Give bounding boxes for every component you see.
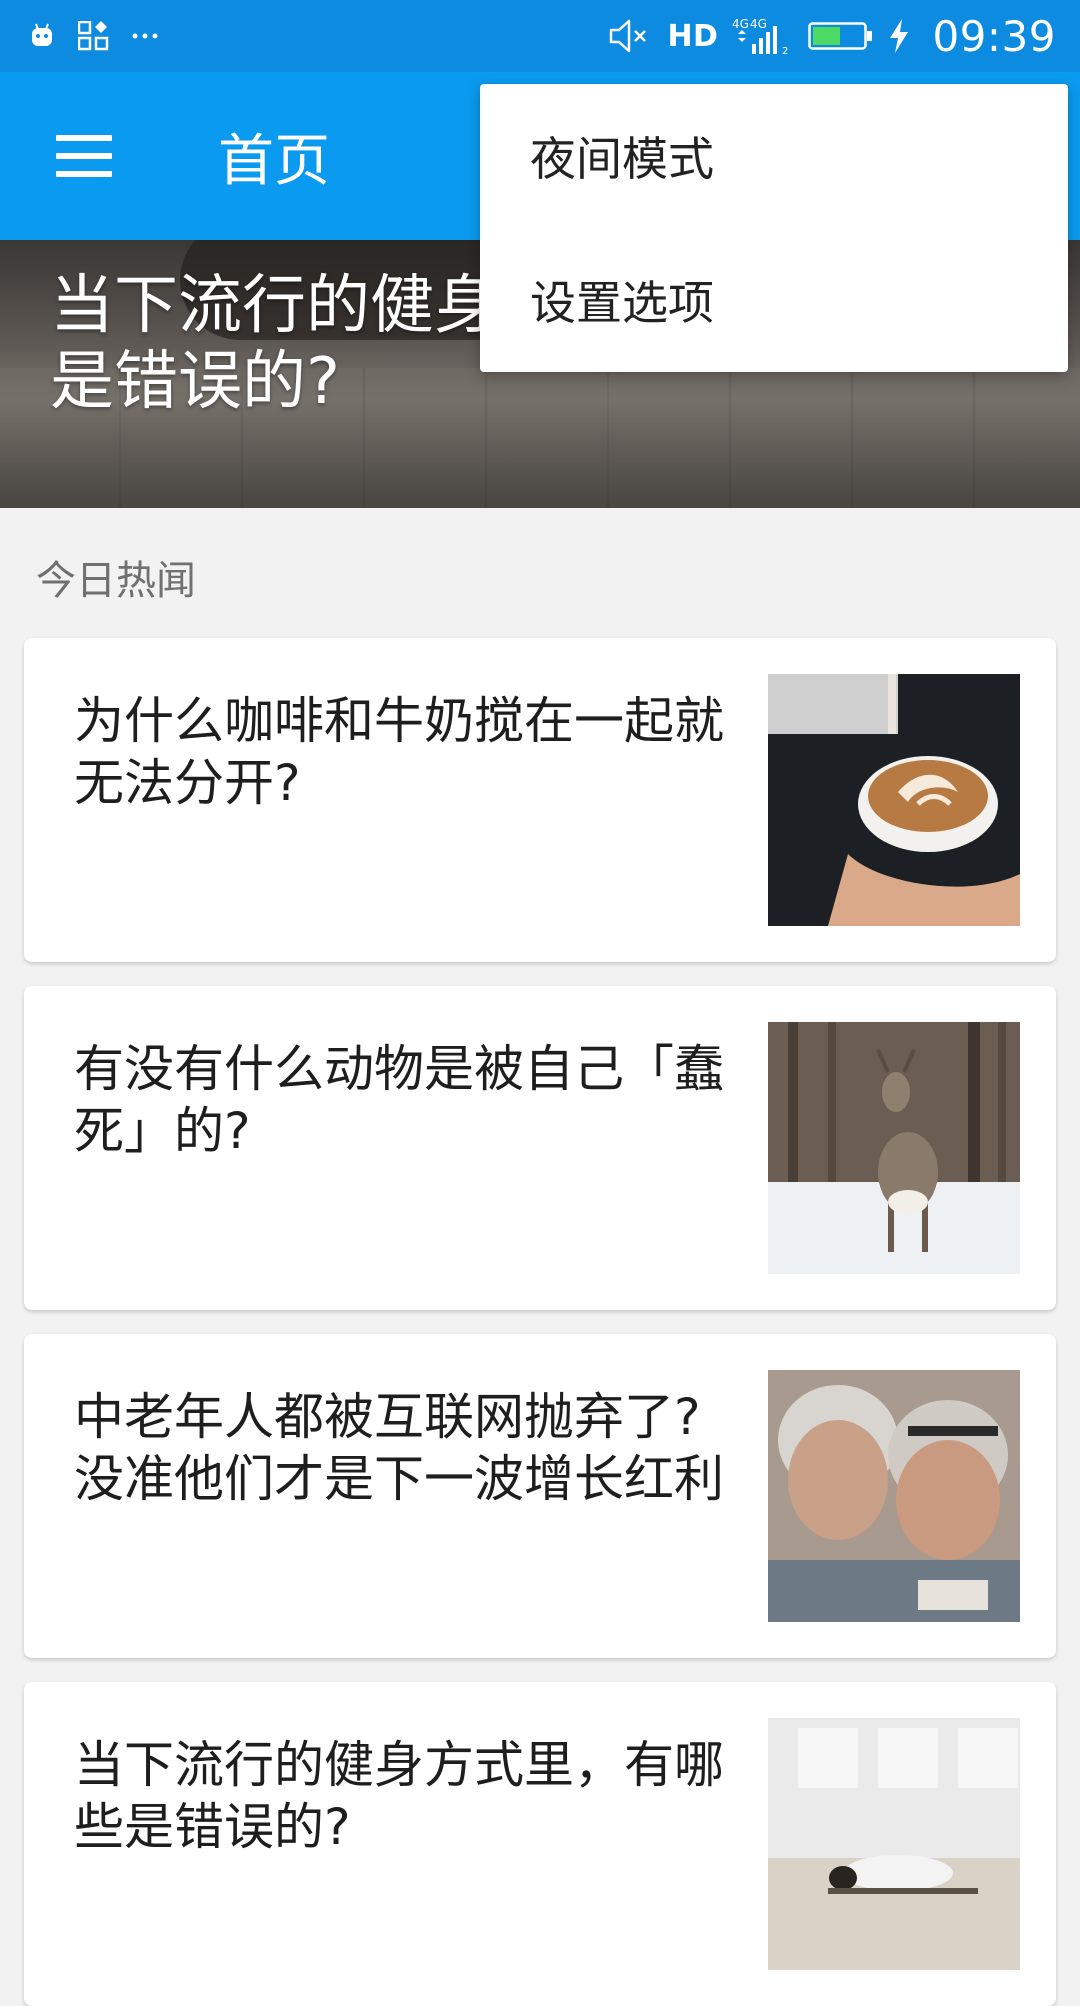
svg-text:4G: 4G — [750, 17, 767, 31]
section-header: 今日热闻 — [36, 558, 196, 604]
story-card[interactable]: 当下流行的健身方式里，有哪些是错误的? — [24, 1682, 1056, 2006]
story-card[interactable]: 有没有什么动物是被自己「蠢死」的? — [24, 986, 1056, 1310]
apps-icon — [78, 16, 110, 56]
charging-icon — [888, 16, 910, 56]
more-dots-icon — [132, 16, 158, 56]
mute-icon — [609, 16, 653, 56]
signal-icon: 4G 4G 2 — [732, 16, 794, 56]
story-title: 为什么咖啡和牛奶搅在一起就无法分开? — [74, 692, 724, 812]
menu-item-night-mode[interactable]: 夜间模式 — [480, 84, 1068, 228]
network-hd-label: HD — [667, 18, 719, 54]
status-bar: HD 4G 4G 2 09:39 — [0, 0, 1080, 72]
status-left-icons — [28, 16, 609, 56]
android-icon — [28, 16, 56, 56]
story-title: 中老年人都被互联网抛弃了? 没准他们才是下一波增长红利 — [74, 1388, 724, 1508]
overflow-menu: 夜间模式 设置选项 — [480, 84, 1068, 372]
story-title: 当下流行的健身方式里，有哪些是错误的? — [74, 1736, 724, 1856]
battery-icon — [808, 16, 874, 56]
deer-in-snow-photo — [768, 1022, 1020, 1274]
story-title: 有没有什么动物是被自己「蠢死」的? — [74, 1040, 724, 1160]
elderly-couple-phone-photo — [768, 1370, 1020, 1622]
yoga-pose-photo — [768, 1718, 1020, 1970]
svg-text:2: 2 — [782, 46, 788, 56]
story-card[interactable]: 中老年人都被互联网抛弃了? 没准他们才是下一波增长红利 — [24, 1334, 1056, 1658]
menu-item-settings[interactable]: 设置选项 — [480, 228, 1068, 372]
story-card[interactable]: 为什么咖啡和牛奶搅在一起就无法分开? — [24, 638, 1056, 962]
page-title: 首页 — [218, 128, 330, 194]
latte-art-photo — [768, 674, 1020, 926]
hamburger-menu-icon[interactable] — [56, 135, 112, 177]
status-right-icons: HD 4G 4G 2 09:39 — [609, 12, 1056, 61]
status-time: 09:39 — [932, 11, 1056, 61]
svg-text:4G: 4G — [732, 17, 749, 31]
